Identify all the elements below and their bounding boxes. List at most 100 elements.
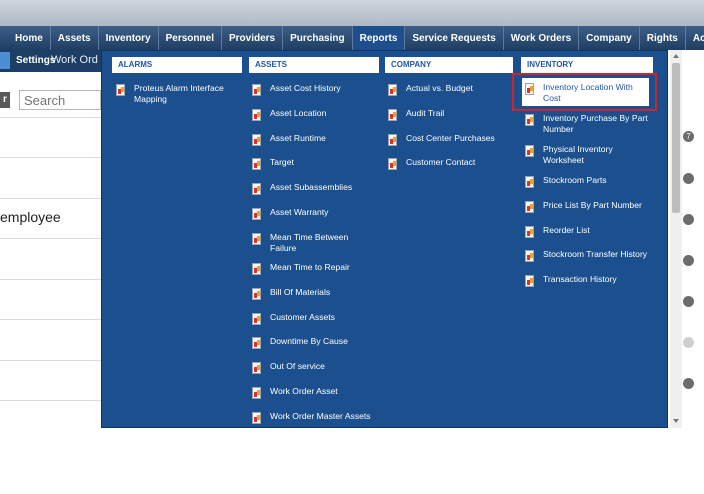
menu-item-inventory-purchase-by-part[interactable]: Inventory Purchase By Part Number <box>525 113 655 135</box>
menu-item-transaction-history[interactable]: Transaction History <box>525 274 655 287</box>
report-icon <box>388 134 397 146</box>
nav-personnel[interactable]: Personnel <box>159 26 222 50</box>
menu-item-stockroom-transfer-history[interactable]: Stockroom Transfer History <box>525 249 655 262</box>
menu-item-label: Asset Location <box>270 108 327 118</box>
menu-item-label: Work Order Master Assets <box>270 411 371 421</box>
filter-button[interactable]: r <box>0 92 10 108</box>
report-icon <box>388 158 397 170</box>
menu-item-label: Downtime By Cause <box>270 336 348 346</box>
chevron-icon[interactable] <box>683 337 694 348</box>
menu-item-label: Transaction History <box>543 274 617 284</box>
menu-item-asset-location[interactable]: Asset Location <box>252 108 382 121</box>
menu-item-out-of-service[interactable]: Out Of service <box>252 361 382 374</box>
chevron-icon[interactable] <box>683 378 694 389</box>
scrollbar-thumb[interactable] <box>672 63 680 213</box>
nav-active[interactable]: Active <box>686 26 704 50</box>
chevron-icon[interactable] <box>683 255 694 266</box>
menu-item-label: Asset Subassemblies <box>270 182 353 192</box>
report-icon <box>525 114 534 126</box>
report-icon <box>252 313 261 325</box>
menu-item-proteus-alarm[interactable]: Proteus Alarm Interface Mapping <box>116 83 234 105</box>
count-badge: 7 <box>683 131 694 142</box>
menu-item-asset-cost-history[interactable]: Asset Cost History <box>252 83 382 96</box>
report-icon <box>252 263 261 275</box>
menu-item-work-order-master-assets[interactable]: Work Order Master Assets <box>252 411 382 424</box>
nav-inventory[interactable]: Inventory <box>99 26 159 50</box>
chevron-icon[interactable] <box>683 296 694 307</box>
row-divider <box>0 360 104 361</box>
report-icon <box>525 275 534 287</box>
menu-item-mtbf[interactable]: Mean Time Between Failure <box>252 232 352 254</box>
menu-item-actual-vs-budget[interactable]: Actual vs. Budget <box>388 83 516 96</box>
menu-item-label: Customer Contact <box>406 157 476 167</box>
nav-assets[interactable]: Assets <box>51 26 99 50</box>
menu-item-customer-contact[interactable]: Customer Contact <box>388 157 516 170</box>
nav-company[interactable]: Company <box>579 26 640 50</box>
report-icon <box>525 201 534 213</box>
menu-item-label: Proteus Alarm Interface Mapping <box>134 83 224 104</box>
report-icon <box>252 208 261 220</box>
menu-item-cost-center-purchases[interactable]: Cost Center Purchases <box>388 133 516 146</box>
section-header-company: COMPANY <box>385 57 513 73</box>
report-icon <box>252 412 261 424</box>
row-divider <box>0 238 104 239</box>
row-divider <box>0 319 104 320</box>
menu-item-label: Asset Cost History <box>270 83 341 93</box>
menu-item-asset-warranty[interactable]: Asset Warranty <box>252 207 382 220</box>
menu-item-downtime-by-cause[interactable]: Downtime By Cause <box>252 336 382 349</box>
menu-item-label: Asset Runtime <box>270 133 326 143</box>
report-icon <box>525 226 534 238</box>
menu-item-physical-inventory-worksheet[interactable]: Physical Inventory Worksheet <box>525 144 625 166</box>
menu-item-asset-runtime[interactable]: Asset Runtime <box>252 133 382 146</box>
report-icon <box>252 387 261 399</box>
scroll-down-icon[interactable] <box>673 419 679 423</box>
report-icon <box>525 250 534 262</box>
report-icon <box>252 109 261 121</box>
row-divider <box>0 279 104 280</box>
nav-providers[interactable]: Providers <box>222 26 284 50</box>
report-icon <box>252 233 261 245</box>
nav-home[interactable]: Home <box>0 26 51 50</box>
report-icon <box>525 176 534 188</box>
scroll-up-icon[interactable] <box>673 54 679 58</box>
nav-work-orders[interactable]: Work Orders <box>504 26 580 50</box>
menu-item-work-order-asset[interactable]: Work Order Asset <box>252 386 382 399</box>
menu-item-audit-trail[interactable]: Audit Trail <box>388 108 516 121</box>
report-icon <box>388 84 397 96</box>
menu-item-label: Stockroom Parts <box>543 175 607 185</box>
menu-item-price-list-by-part[interactable]: Price List By Part Number <box>525 200 655 213</box>
nav-purchasing[interactable]: Purchasing <box>283 26 353 50</box>
menu-item-label: Cost Center Purchases <box>406 133 495 143</box>
menu-item-target[interactable]: Target <box>252 157 382 170</box>
report-icon <box>252 362 261 374</box>
nav-reports[interactable]: Reports <box>352 26 406 50</box>
menu-item-label: Price List By Part Number <box>543 200 642 210</box>
search-input[interactable] <box>19 90 101 110</box>
menu-item-label: Asset Warranty <box>270 207 329 217</box>
chevron-icon[interactable] <box>683 214 694 225</box>
menu-item-label: Customer Assets <box>270 312 335 322</box>
report-icon <box>252 158 261 170</box>
main-nav: Home Assets Inventory Personnel Provider… <box>0 26 704 50</box>
menu-item-asset-subassemblies[interactable]: Asset Subassemblies <box>252 182 382 195</box>
menu-item-reorder-list[interactable]: Reorder List <box>525 225 655 238</box>
menu-item-stockroom-parts[interactable]: Stockroom Parts <box>525 175 655 188</box>
menu-item-customer-assets[interactable]: Customer Assets <box>252 312 382 325</box>
menu-item-label: Actual vs. Budget <box>406 83 473 93</box>
menu-item-mttr[interactable]: Mean Time to Repair <box>252 262 382 275</box>
menu-item-bill-of-materials[interactable]: Bill Of Materials <box>252 287 382 300</box>
section-header-alarms: ALARMS <box>112 57 242 73</box>
menu-item-label: Work Order Asset <box>270 386 338 396</box>
chevron-icon[interactable] <box>683 173 694 184</box>
work-orders-tab[interactable]: Work Ord <box>51 54 98 66</box>
report-icon <box>252 84 261 96</box>
settings-link[interactable]: Settings <box>16 55 55 66</box>
row-divider <box>0 198 104 199</box>
report-icon <box>525 145 534 157</box>
report-icon <box>116 84 125 96</box>
menu-item-label: Stockroom Transfer History <box>543 249 648 259</box>
nav-service-requests[interactable]: Service Requests <box>405 26 504 50</box>
nav-rights[interactable]: Rights <box>640 26 686 50</box>
settings-icon[interactable] <box>0 52 10 69</box>
report-icon <box>252 134 261 146</box>
